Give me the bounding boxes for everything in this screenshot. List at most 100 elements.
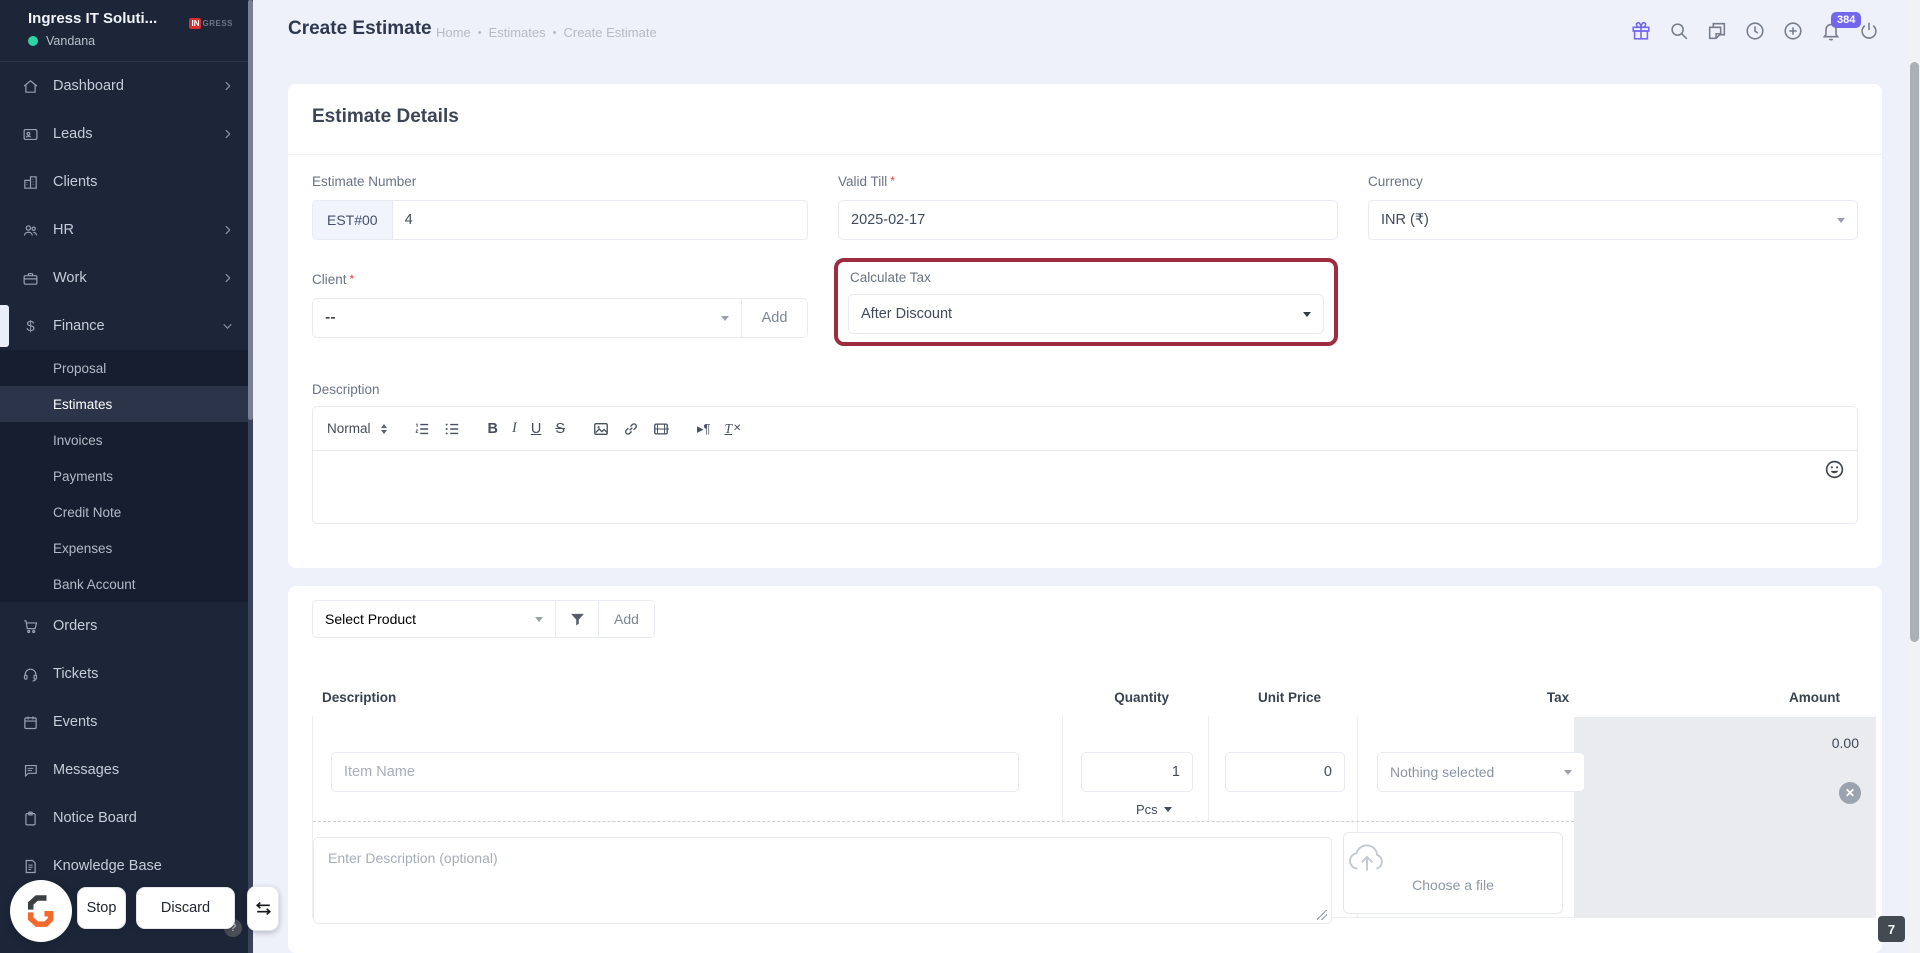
sidebar-item-messages[interactable]: Messages <box>0 746 253 794</box>
bullet-list-icon[interactable] <box>444 421 460 437</box>
client-group: -- Add <box>312 298 808 338</box>
add-product-button[interactable]: Add <box>598 601 654 637</box>
sidebar: Ingress IT Soluti... Vandana IN GRESS Da… <box>0 0 253 953</box>
editor-body[interactable] <box>313 451 1857 523</box>
search-icon[interactable] <box>1668 20 1690 42</box>
chevron-right-icon <box>221 128 234 141</box>
submenu-item-estimates[interactable]: Estimates <box>0 386 253 422</box>
amount-value: 0.00 <box>1831 735 1859 751</box>
swap-button[interactable] <box>247 886 279 931</box>
estimate-items-card: Select Product Add Description Quantity … <box>288 586 1882 953</box>
people-icon <box>22 222 39 239</box>
sidebar-header: Ingress IT Soluti... Vandana IN GRESS <box>0 0 253 62</box>
sidebar-scrollbar[interactable] <box>248 0 253 953</box>
filter-funnel-icon <box>570 613 584 625</box>
filter-button[interactable] <box>555 601 598 637</box>
building-icon <box>22 174 39 191</box>
text-direction-icon[interactable]: ▸¶ <box>697 421 711 437</box>
page-number-badge: 7 <box>1878 916 1905 942</box>
item-row: 0.00 Pcs Nothing selected Choose a file … <box>312 716 1876 924</box>
sidebar-item-tickets[interactable]: Tickets <box>0 650 253 698</box>
sidebar-item-notice-board[interactable]: Notice Board <box>0 794 253 842</box>
sidebar-item-events[interactable]: Events <box>0 698 253 746</box>
strikethrough-button[interactable]: S <box>555 421 565 437</box>
tax-select[interactable]: Nothing selected <box>1377 752 1585 792</box>
calculate-tax-select[interactable]: After Discount <box>848 294 1324 334</box>
clipboard-icon <box>22 810 39 827</box>
submenu-item-invoices[interactable]: Invoices <box>0 422 253 458</box>
sidebar-item-hr[interactable]: HR <box>0 206 253 254</box>
estimate-number-group: EST#00 <box>312 200 808 240</box>
notes-icon[interactable] <box>1706 20 1728 42</box>
chevron-right-icon <box>221 224 234 237</box>
gift-icon[interactable] <box>1630 20 1652 42</box>
breadcrumb: Home • Estimates • Create Estimate <box>436 25 657 40</box>
discard-button[interactable]: Discard <box>136 887 235 929</box>
brand-logo-primary: IN <box>189 18 202 29</box>
dollar-icon: $ <box>26 317 35 335</box>
lead-card-icon <box>22 126 39 143</box>
remove-row-button[interactable]: ✕ <box>1839 782 1861 804</box>
section-title: Estimate Details <box>312 106 459 127</box>
sidebar-item-leads[interactable]: Leads <box>0 110 253 158</box>
stop-button[interactable]: Stop <box>77 887 126 929</box>
swap-arrows-icon <box>255 901 271 916</box>
breadcrumb-estimates[interactable]: Estimates <box>489 25 546 40</box>
ordered-list-icon[interactable] <box>414 421 430 437</box>
online-status-dot <box>28 36 38 46</box>
valid-till-date-input[interactable]: 2025-02-17 <box>838 200 1338 240</box>
page-title: Create Estimate <box>288 18 432 39</box>
submenu-item-expenses[interactable]: Expenses <box>0 530 253 566</box>
emoji-icon[interactable] <box>1824 459 1845 480</box>
sidebar-item-dashboard[interactable]: Dashboard <box>0 62 253 110</box>
bold-button[interactable]: B <box>488 421 498 437</box>
add-circle-icon[interactable] <box>1782 20 1804 42</box>
sidebar-item-finance[interactable]: $ Finance <box>0 302 253 350</box>
notifications-bell-icon[interactable]: 384 <box>1820 12 1862 42</box>
user-row[interactable]: Vandana <box>28 34 95 48</box>
submenu-item-credit-note[interactable]: Credit Note <box>0 494 253 530</box>
calculate-tax-highlight: Calculate Tax After Discount <box>834 258 1338 346</box>
user-name: Vandana <box>46 34 96 48</box>
clock-icon[interactable] <box>1744 20 1766 42</box>
submenu-item-proposal[interactable]: Proposal <box>0 350 253 386</box>
item-description-textarea[interactable] <box>313 837 1332 924</box>
unit-price-input[interactable] <box>1225 752 1345 792</box>
extension-logo[interactable] <box>10 880 72 942</box>
breadcrumb-home[interactable]: Home <box>436 25 471 40</box>
col-header-unit-price: Unit Price <box>1257 690 1321 705</box>
currency-select[interactable]: INR (₹) <box>1368 200 1858 240</box>
description-label: Description <box>312 382 380 397</box>
file-upload-box[interactable]: Choose a file <box>1343 832 1563 914</box>
underline-button[interactable]: U <box>531 421 541 437</box>
estimate-number-input[interactable] <box>392 201 807 239</box>
insert-image-icon[interactable] <box>593 421 609 437</box>
unit-select[interactable]: Pcs <box>1136 802 1172 817</box>
insert-link-icon[interactable] <box>623 421 639 437</box>
select-product-dropdown[interactable]: Select Product <box>313 601 555 637</box>
italic-button[interactable]: I <box>512 420 517 437</box>
chevron-right-icon <box>221 272 234 285</box>
sidebar-item-clients[interactable]: Clients <box>0 158 253 206</box>
add-client-button[interactable]: Add <box>741 299 807 337</box>
format-picker[interactable]: Normal <box>327 421 387 436</box>
col-header-quantity: Quantity <box>1114 690 1169 705</box>
estimate-details-card: Estimate Details Estimate Number EST#00 … <box>288 84 1882 568</box>
client-select[interactable]: -- <box>313 299 741 337</box>
chevron-down-icon <box>1837 217 1845 223</box>
item-name-input[interactable] <box>331 752 1019 792</box>
chevron-down-icon <box>1163 807 1172 812</box>
scrollbar-thumb[interactable] <box>1909 62 1919 642</box>
insert-video-icon[interactable] <box>653 421 669 437</box>
chevron-down-icon <box>221 320 234 333</box>
topbar: Create Estimate Home • Estimates • Creat… <box>253 0 1920 62</box>
submenu-item-payments[interactable]: Payments <box>0 458 253 494</box>
page-scrollbar[interactable] <box>1908 0 1920 953</box>
sidebar-item-orders[interactable]: Orders <box>0 602 253 650</box>
clear-format-icon[interactable]: T ✕ <box>725 421 742 437</box>
submenu-item-bank-account[interactable]: Bank Account <box>0 566 253 602</box>
sidebar-item-work[interactable]: Work <box>0 254 253 302</box>
quantity-input[interactable] <box>1081 752 1193 792</box>
chevron-down-icon <box>1564 769 1572 775</box>
power-icon[interactable] <box>1858 20 1880 42</box>
